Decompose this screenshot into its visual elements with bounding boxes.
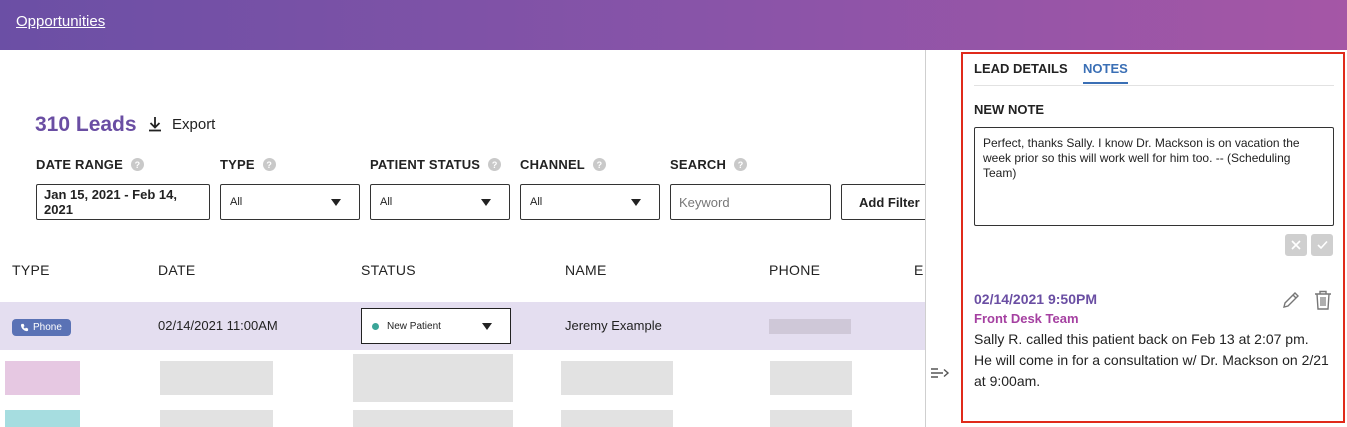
table-row-selected[interactable]: Phone 02/14/2021 11:00AM New Patient Jer… (0, 302, 926, 350)
column-header-phone[interactable]: PHONE (769, 262, 820, 278)
filter-label-text: SEARCH (670, 157, 727, 172)
note-body: Sally R. called this patient back on Feb… (974, 331, 1329, 389)
panel-tabs: LEAD DETAILS NOTES (974, 61, 1334, 86)
type-select-value: All (230, 196, 243, 208)
row-name: Jeremy Example (565, 318, 662, 333)
new-note-input[interactable]: Perfect, thanks Sally. I know Dr. Mackso… (974, 127, 1334, 226)
column-header-date[interactable]: DATE (158, 262, 196, 278)
filter-label-search: SEARCH ? (670, 157, 748, 172)
new-note-actions (1285, 234, 1333, 256)
export-label: Export (172, 115, 216, 133)
date-range-picker[interactable]: Jan 15, 2021 - Feb 14, 2021 (36, 184, 210, 220)
add-filter-button[interactable]: Add Filter (841, 184, 926, 220)
help-icon[interactable]: ? (734, 158, 748, 171)
type-badge: Phone (12, 319, 71, 336)
new-note-heading: NEW NOTE (974, 102, 1045, 117)
row-date: 02/14/2021 11:00AM (158, 318, 278, 333)
filter-label-text: CHANNEL (520, 157, 585, 172)
leads-list-area: 310 Leads Export DATE RANGE ? TYPE ? PAT… (0, 50, 926, 427)
chevron-down-icon (331, 199, 341, 206)
column-header-name[interactable]: NAME (565, 262, 607, 278)
note-timestamp: 02/14/2021 9:50PM (974, 291, 1097, 307)
patient-status-select[interactable]: All (370, 184, 510, 220)
column-header-type[interactable]: TYPE (12, 262, 50, 278)
search-input[interactable] (670, 184, 831, 220)
save-note-button[interactable] (1311, 234, 1333, 256)
patient-status-select-value: All (380, 196, 393, 208)
export-button[interactable]: Export (146, 115, 215, 133)
channel-select[interactable]: All (520, 184, 660, 220)
column-header-email[interactable]: E (914, 262, 924, 278)
redacted-cell (5, 410, 80, 427)
tab-lead-details[interactable]: LEAD DETAILS (974, 61, 1068, 82)
filter-label-text: DATE RANGE (36, 157, 123, 172)
trash-icon[interactable] (1313, 289, 1333, 311)
chevron-down-icon (631, 199, 641, 206)
top-bar: Opportunities (0, 0, 1347, 50)
leads-count: 310 Leads (35, 113, 137, 136)
help-icon[interactable]: ? (592, 158, 606, 171)
redacted-cell (5, 361, 80, 395)
redacted-cell (160, 361, 273, 395)
filter-label-text: TYPE (220, 157, 255, 172)
filter-label-channel: CHANNEL ? (520, 157, 606, 172)
check-icon (1316, 240, 1328, 250)
help-icon[interactable]: ? (262, 158, 276, 171)
type-select[interactable]: All (220, 184, 360, 220)
phone-icon (20, 323, 29, 332)
help-icon[interactable]: ? (130, 158, 144, 171)
lead-side-panel: LEAD DETAILS NOTES NEW NOTE Perfect, tha… (961, 52, 1345, 423)
channel-select-value: All (530, 196, 543, 208)
breadcrumb-opportunities[interactable]: Opportunities (16, 13, 105, 30)
redacted-cell (353, 410, 513, 427)
chevron-down-icon (481, 199, 491, 206)
download-icon (149, 117, 161, 132)
redacted-cell (770, 361, 852, 395)
redacted-cell (561, 410, 673, 427)
row-status-select[interactable]: New Patient (361, 308, 511, 344)
note-author: Front Desk Team (974, 311, 1079, 326)
filter-label-type: TYPE ? (220, 157, 276, 172)
status-dot-icon (372, 322, 379, 330)
help-icon[interactable]: ? (488, 158, 502, 171)
redacted-cell (561, 361, 673, 395)
close-icon (1291, 240, 1301, 250)
collapse-panel-icon[interactable] (930, 366, 950, 380)
type-badge-label: Phone (33, 322, 62, 333)
filter-label-text: PATIENT STATUS (370, 157, 481, 172)
tab-notes[interactable]: NOTES (1083, 61, 1128, 84)
row-phone-redacted (769, 319, 851, 334)
redacted-cell (770, 410, 852, 427)
chevron-down-icon (482, 323, 492, 330)
row-status-value: New Patient (387, 320, 441, 332)
cancel-note-button[interactable] (1285, 234, 1307, 256)
column-header-status[interactable]: STATUS (361, 262, 416, 278)
redacted-cell (353, 354, 513, 402)
filter-label-date-range: DATE RANGE ? (36, 157, 144, 172)
panel-divider (925, 50, 926, 427)
pencil-icon[interactable] (1281, 290, 1301, 310)
filter-label-patient-status: PATIENT STATUS ? (370, 157, 502, 172)
redacted-cell (160, 410, 273, 427)
